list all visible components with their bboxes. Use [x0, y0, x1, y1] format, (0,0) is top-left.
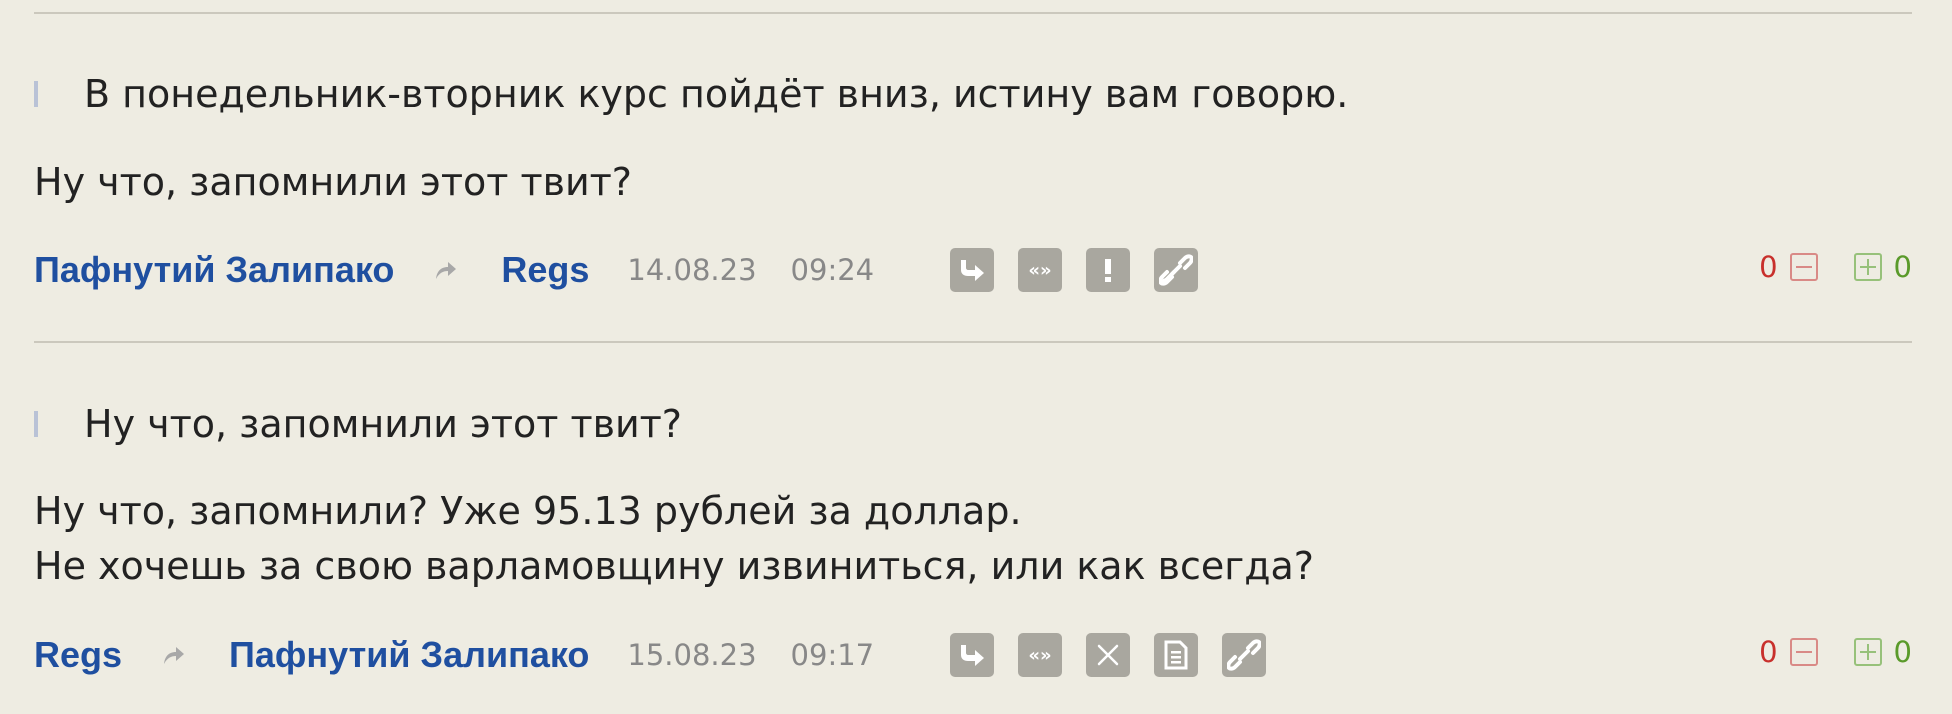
comment-date: 15.08.23: [627, 638, 757, 672]
comment-meta: Пафнутий Залипако Regs 14.08.23 09:24 «»: [34, 245, 1912, 295]
vote-controls: 0 0: [1759, 250, 1912, 284]
comment-body-line: Ну что, запомнили? Уже 95.13 рублей за д…: [34, 489, 1022, 533]
vote-controls: 0 0: [1759, 635, 1912, 669]
reply-icon[interactable]: [950, 248, 995, 292]
report-icon[interactable]: [1086, 248, 1131, 292]
plus-count: 0: [1893, 635, 1912, 669]
comment-date: 14.08.23: [627, 253, 757, 287]
comment-body-line: Ну что, запомнили этот твит?: [34, 160, 632, 204]
vote-down-button[interactable]: [1789, 253, 1818, 281]
quote-icon[interactable]: «»: [1018, 633, 1063, 677]
comment-time: 09:17: [790, 638, 875, 672]
reply-icon[interactable]: [950, 633, 995, 677]
quote-text: Ну что, запомнили этот твит?: [84, 402, 682, 446]
quote-bar: [34, 411, 38, 437]
svg-text:«»: «»: [1028, 260, 1051, 280]
close-icon[interactable]: [1086, 633, 1131, 677]
author-link[interactable]: Пафнутий Залипако: [34, 249, 394, 291]
minus-count: 0: [1759, 635, 1778, 669]
comment-time: 09:24: [790, 253, 875, 287]
comment-body: Ну что, запомнили? Уже 95.13 рублей за д…: [34, 484, 1314, 594]
link-icon[interactable]: [1154, 248, 1199, 292]
svg-text:«»: «»: [1028, 645, 1051, 665]
comment-actions: «»: [950, 248, 1199, 292]
quote-icon[interactable]: «»: [1018, 248, 1063, 292]
comment-meta: Regs Пафнутий Залипако 15.08.23 09:17 «»: [34, 630, 1912, 680]
comments-page: В понедельник-вторник курс пойдёт вниз, …: [0, 0, 1952, 714]
vote-down-button[interactable]: [1789, 638, 1818, 666]
reply-to-link[interactable]: Пафнутий Залипако: [229, 634, 589, 676]
comment-body: Ну что, запомнили этот твит?: [34, 155, 632, 210]
quote-text: В понедельник-вторник курс пойдёт вниз, …: [84, 72, 1349, 116]
minus-count: 0: [1759, 250, 1778, 284]
vote-up-button[interactable]: [1853, 638, 1882, 666]
plus-count: 0: [1893, 250, 1912, 284]
author-link[interactable]: Regs: [34, 634, 122, 676]
divider: [34, 341, 1912, 343]
reply-to-link[interactable]: Regs: [501, 249, 589, 291]
reply-arrow-icon: [432, 257, 458, 283]
comment-body-line: Не хочешь за свою варламовщину извинитьс…: [34, 544, 1314, 588]
divider: [34, 12, 1912, 14]
document-icon[interactable]: [1154, 633, 1199, 677]
comment-actions: «»: [950, 633, 1267, 677]
quote-block: Ну что, запомнили этот твит?: [34, 400, 682, 448]
quote-block: В понедельник-вторник курс пойдёт вниз, …: [34, 70, 1348, 118]
link-icon[interactable]: [1222, 633, 1267, 677]
reply-arrow-icon: [160, 642, 186, 668]
quote-bar: [34, 81, 38, 107]
vote-up-button[interactable]: [1853, 253, 1882, 281]
